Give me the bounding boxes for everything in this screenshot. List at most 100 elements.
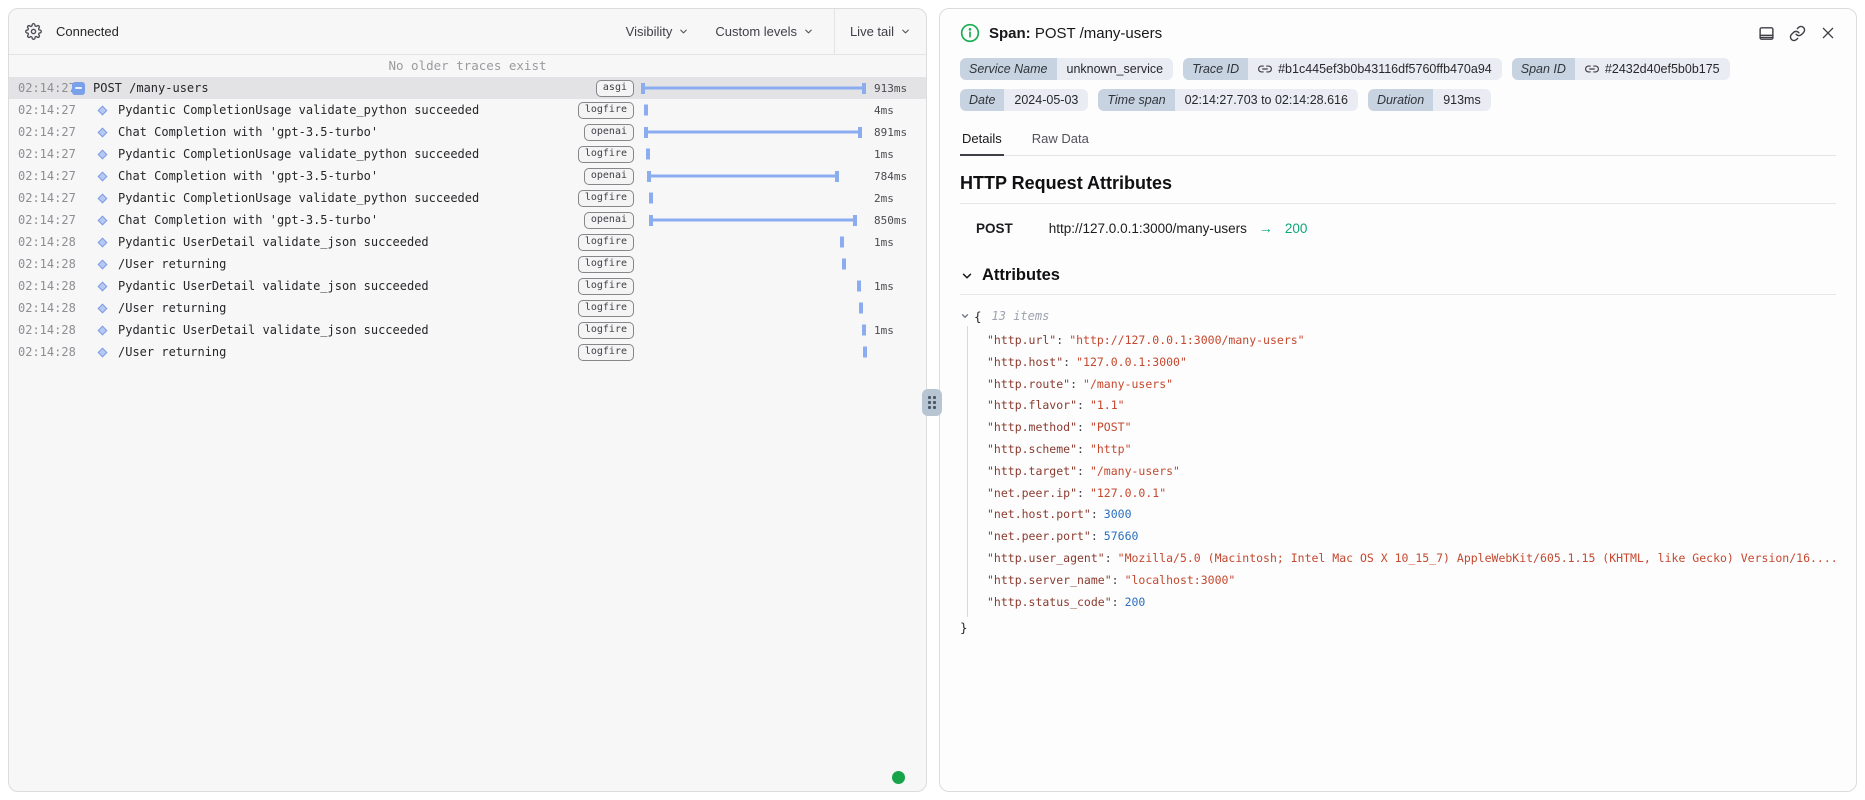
scope-badge: logfire xyxy=(578,344,634,361)
json-value: "http" xyxy=(1090,442,1132,456)
meta-pill-value[interactable]: #b1c445ef3b0b43116df5760ffb470a94 xyxy=(1248,58,1502,80)
trace-duration: 4ms xyxy=(874,104,926,117)
diamond-icon xyxy=(97,237,107,247)
trace-timestamp: 02:14:28 xyxy=(9,279,67,293)
diamond-icon xyxy=(97,149,107,159)
json-entry: "http.user_agent":"Mozilla/5.0 (Macintos… xyxy=(987,548,1836,570)
collapse-minus-icon[interactable] xyxy=(72,82,85,95)
json-entry: "http.server_name":"localhost:3000" xyxy=(987,570,1836,592)
trace-duration: 1ms xyxy=(874,236,926,249)
custom-levels-dropdown[interactable]: Custom levels xyxy=(715,24,814,39)
json-key: "http.url" xyxy=(987,333,1056,347)
trace-timestamp: 02:14:28 xyxy=(9,235,67,249)
chevron-down-icon xyxy=(803,26,814,37)
duration-bar xyxy=(641,87,866,90)
settings-button[interactable] xyxy=(25,23,42,40)
live-tail-dropdown[interactable]: Live tail xyxy=(850,24,911,39)
json-value: "Mozilla/5.0 (Macintosh; Intel Mac OS X … xyxy=(1118,551,1836,565)
json-key: "net.host.port" xyxy=(987,507,1091,521)
json-entry: "net.peer.ip":"127.0.0.1" xyxy=(987,483,1836,505)
scope-badge: logfire xyxy=(578,300,634,317)
tab-details[interactable]: Details xyxy=(960,131,1004,155)
dock-panel-button[interactable] xyxy=(1758,25,1775,42)
trace-row[interactable]: 02:14:27Chat Completion with 'gpt-3.5-tu… xyxy=(9,165,926,187)
logfire-live-view: Connected Visibility Custom levels Live … xyxy=(0,0,1865,800)
trace-label: Pydantic UserDetail validate_json succee… xyxy=(118,323,578,337)
trace-label: Chat Completion with 'gpt-3.5-turbo' xyxy=(118,125,578,139)
trace-duration: 891ms xyxy=(874,126,926,139)
trace-timeline xyxy=(641,187,866,209)
meta-pill-trace-id: Trace ID#b1c445ef3b0b43116df5760ffb470a9… xyxy=(1183,58,1502,80)
scope-badge: logfire xyxy=(578,146,634,163)
json-key: "net.peer.ip" xyxy=(987,486,1077,500)
trace-label: Pydantic CompletionUsage validate_python… xyxy=(118,147,578,161)
link-icon xyxy=(1789,25,1806,42)
duration-bar xyxy=(863,347,867,358)
json-value: 3000 xyxy=(1104,507,1132,521)
diamond-icon xyxy=(97,171,107,181)
trace-row[interactable]: 02:14:28/User returninglogfire xyxy=(9,341,926,363)
json-items-count: 13 items xyxy=(992,309,1050,323)
tab-raw-data[interactable]: Raw Data xyxy=(1030,131,1091,155)
json-entry: "http.host":"127.0.0.1:3000" xyxy=(987,352,1836,374)
trace-timestamp: 02:14:27 xyxy=(9,191,67,205)
copy-link-button[interactable] xyxy=(1789,25,1806,42)
trace-label: Chat Completion with 'gpt-3.5-turbo' xyxy=(118,213,578,227)
trace-row[interactable]: 02:14:28/User returninglogfire xyxy=(9,253,926,275)
trace-row[interactable]: 02:14:28 Pydantic UserDetail validate_jso… xyxy=(9,275,926,297)
trace-row[interactable]: 02:14:27Pydantic CompletionUsage validat… xyxy=(9,187,926,209)
arrow-right-icon: → xyxy=(1259,220,1273,236)
scope-badge: logfire xyxy=(578,234,634,251)
http-method: POST xyxy=(976,221,1013,236)
visibility-dropdown[interactable]: Visibility xyxy=(626,24,690,39)
trace-row[interactable]: 02:14:27 Chat Completion with 'gpt-3.5-tu… xyxy=(9,209,926,231)
panel-resize-grip[interactable] xyxy=(922,389,942,416)
json-value: "http://127.0.0.1:3000/many-users" xyxy=(1069,333,1304,347)
trace-row[interactable]: 02:14:28Pydantic UserDetail validate_jso… xyxy=(9,319,926,341)
meta-pill-label: Time span xyxy=(1098,89,1174,111)
json-key: "http.host" xyxy=(987,355,1063,369)
json-entry: "net.host.port":3000 xyxy=(987,504,1836,526)
trace-timeline xyxy=(641,253,866,275)
attributes-json-tree: { 13 items "http.url":"http://127.0.0.1:… xyxy=(960,306,1836,639)
trace-label: /User returning xyxy=(118,345,578,359)
json-key: "http.route" xyxy=(987,377,1070,391)
json-entry: "http.method":"POST" xyxy=(987,417,1836,439)
scope-badge: logfire xyxy=(578,256,634,273)
span-title-prefix: Span: xyxy=(989,25,1031,42)
meta-pill-label: Span ID xyxy=(1512,58,1575,80)
trace-timestamp: 02:14:27 xyxy=(9,213,67,227)
meta-pill-value: 913ms xyxy=(1433,89,1491,111)
json-key: "net.peer.port" xyxy=(987,529,1091,543)
trace-row[interactable]: 02:14:27Pydantic CompletionUsage validat… xyxy=(9,99,926,121)
scope-badge: logfire xyxy=(578,190,634,207)
json-root-toggle[interactable]: { 13 items xyxy=(960,306,1836,326)
meta-pill-label: Service Name xyxy=(960,58,1057,80)
close-button[interactable] xyxy=(1820,25,1836,41)
live-status-dot xyxy=(892,771,905,784)
json-key: "http.target" xyxy=(987,464,1077,478)
duration-bar xyxy=(649,219,857,222)
duration-bar xyxy=(644,105,648,116)
meta-pill-value[interactable]: #2432d40ef5b0b175 xyxy=(1575,58,1730,80)
trace-row[interactable]: 02:14:28 Pydantic UserDetail validate_jso… xyxy=(9,231,926,253)
trace-label: Pydantic UserDetail validate_json succee… xyxy=(118,235,578,249)
traces-header: Connected Visibility Custom levels Live … xyxy=(9,9,926,55)
trace-row[interactable]: 02:14:27Pydantic CompletionUsage validat… xyxy=(9,143,926,165)
duration-bar xyxy=(649,193,653,204)
json-value: "localhost:3000" xyxy=(1125,573,1236,587)
diamond-icon xyxy=(97,215,107,225)
meta-pill-value: unknown_service xyxy=(1057,58,1174,80)
trace-row[interactable]: 02:14:27POST /many-usersasgi913ms xyxy=(9,77,926,99)
trace-row[interactable]: 02:14:28/User returninglogfire xyxy=(9,297,926,319)
meta-pill-value: 2024-05-03 xyxy=(1004,89,1088,111)
http-url: http://127.0.0.1:3000/many-users xyxy=(1049,221,1247,236)
duration-bar xyxy=(646,149,650,160)
attributes-section-header[interactable]: Attributes xyxy=(960,266,1836,285)
trace-row[interactable]: 02:14:27Chat Completion with 'gpt-3.5-tu… xyxy=(9,121,926,143)
trace-label: Pydantic UserDetail validate_json succee… xyxy=(118,279,578,293)
scope-badge: openai xyxy=(584,212,634,229)
trace-duration: 784ms xyxy=(874,170,926,183)
trace-timestamp: 02:14:27 xyxy=(9,81,67,95)
trace-label: Pydantic CompletionUsage validate_python… xyxy=(118,103,578,117)
